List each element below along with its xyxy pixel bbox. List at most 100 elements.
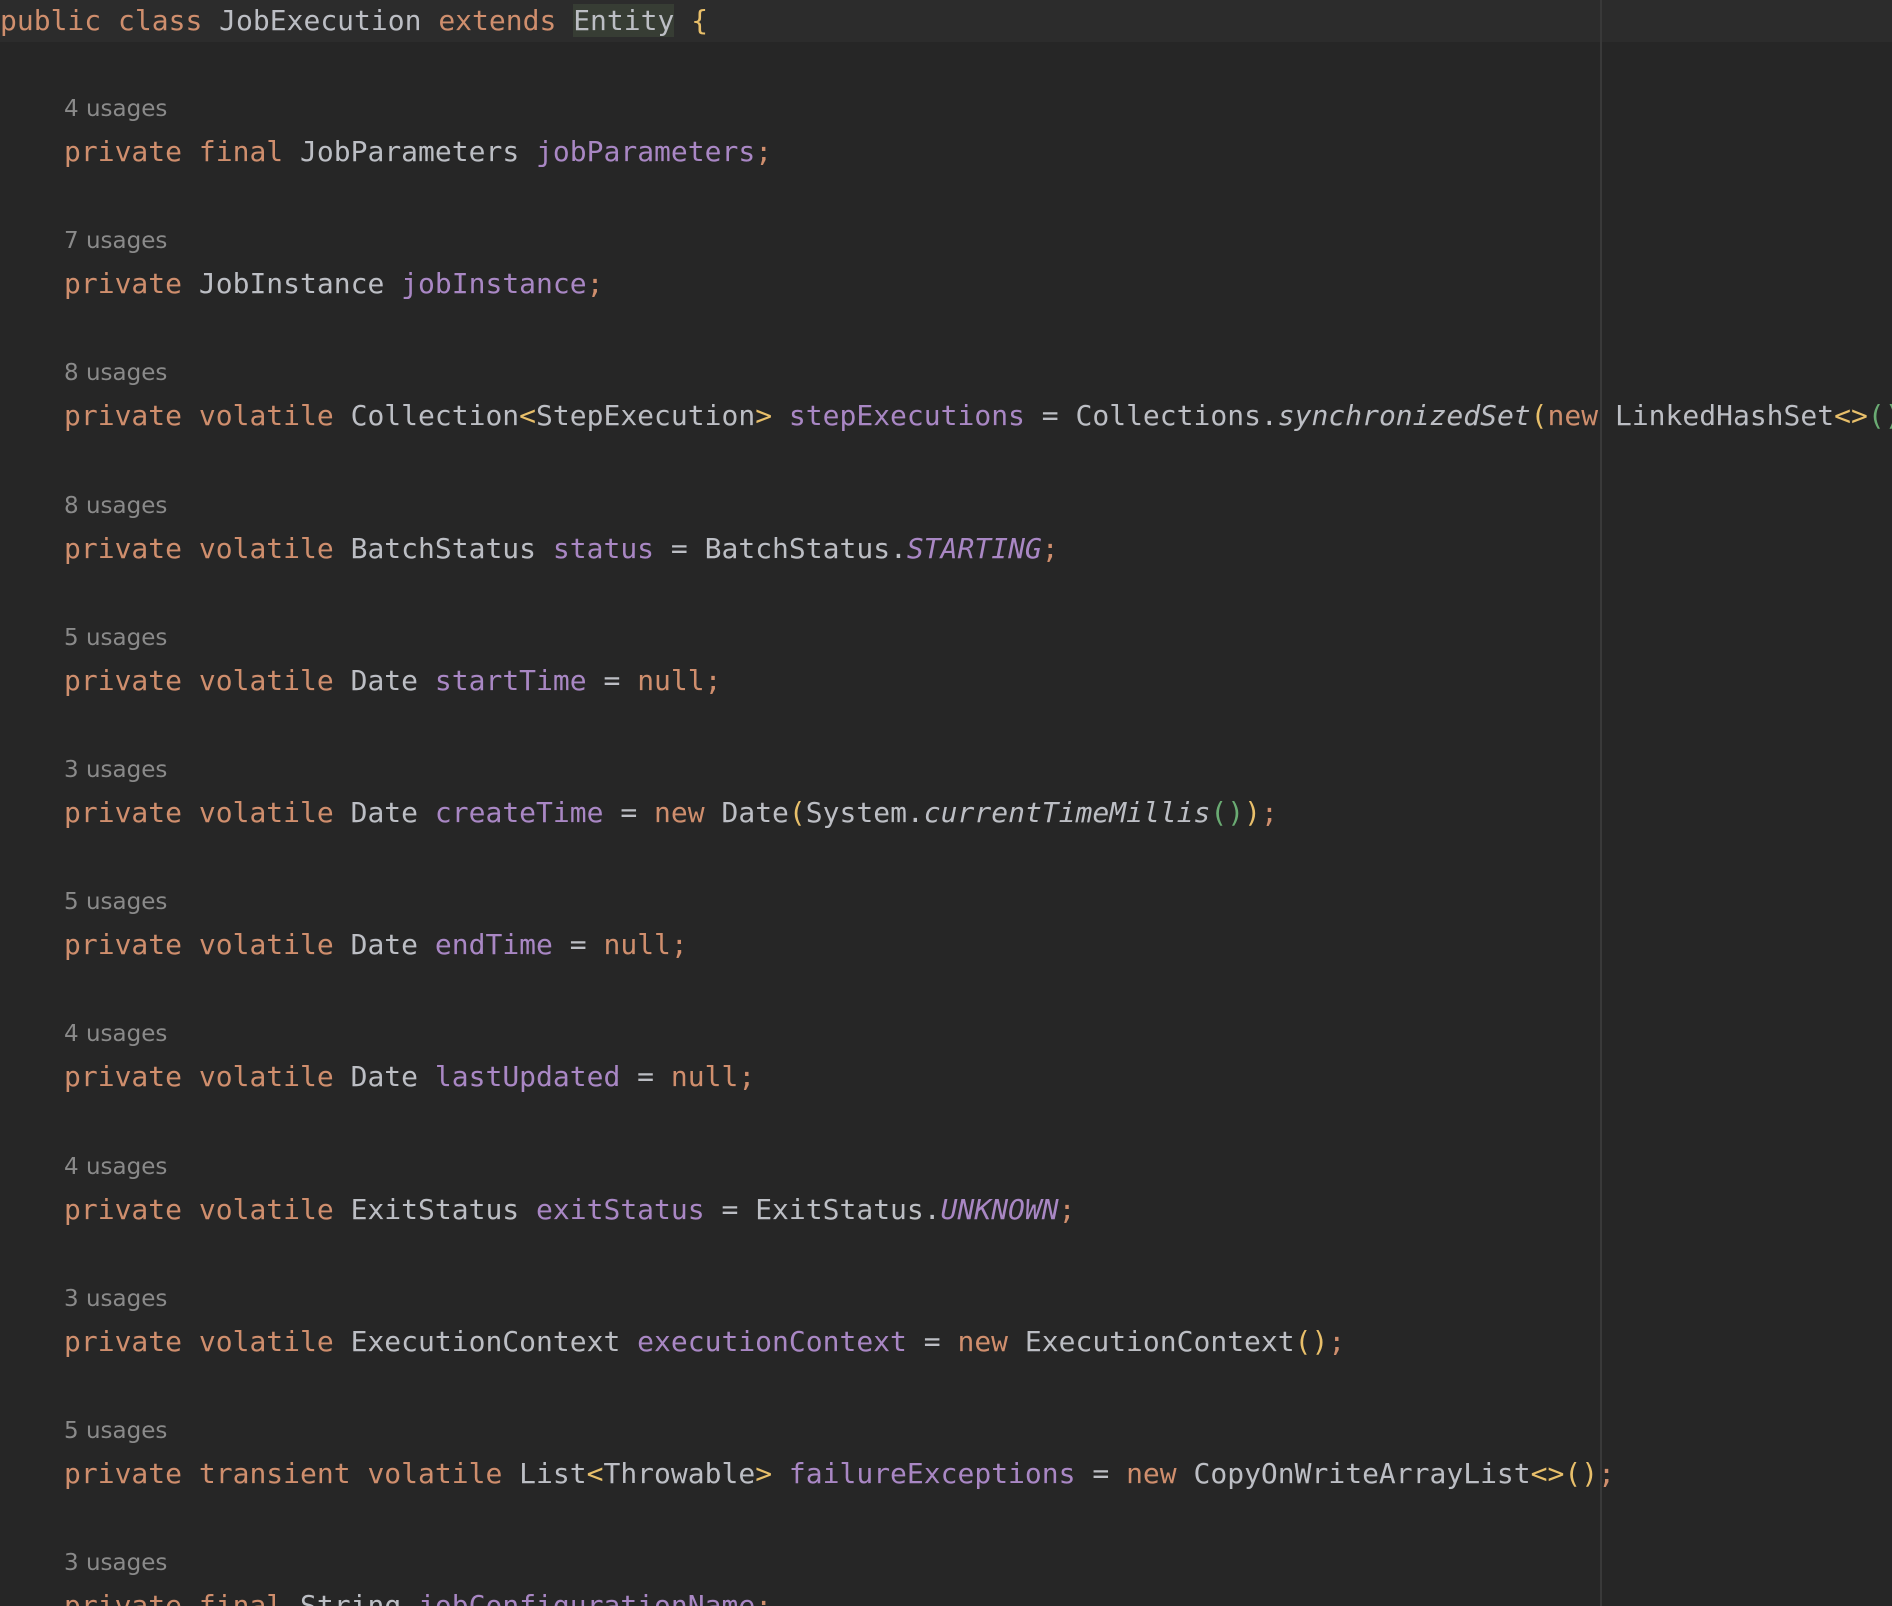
code-token: =: [620, 1060, 671, 1093]
code-token: <>: [1834, 399, 1868, 432]
code-token: startTime: [434, 664, 587, 697]
code-token: final: [198, 135, 284, 168]
field-declaration-line[interactable]: private volatile Date createTime = new D…: [64, 793, 1278, 833]
code-token: <: [519, 399, 537, 432]
code-token: volatile: [198, 664, 334, 697]
code-token: =: [704, 1193, 756, 1226]
code-token: createTime: [434, 796, 604, 829]
field-declaration-line[interactable]: private volatile Date endTime = null;: [64, 925, 688, 965]
usages-hint[interactable]: 8 usages: [64, 491, 167, 521]
code-token: null: [670, 1060, 739, 1093]
code-token: ;: [1598, 1457, 1615, 1490]
usages-hint[interactable]: 7 usages: [64, 226, 167, 256]
code-token: UNKNOWN: [940, 1193, 1059, 1226]
code-token: private: [64, 1589, 183, 1606]
usages-hint[interactable]: 4 usages: [64, 94, 167, 124]
code-token: private: [64, 399, 183, 432]
class-declaration-line[interactable]: public class JobExecution extends Entity…: [0, 1, 708, 41]
field-declaration-line[interactable]: private volatile BatchStatus status = Ba…: [64, 529, 1059, 569]
code-token: endTime: [434, 928, 553, 961]
code-token: ;: [755, 135, 773, 168]
field-declaration-line[interactable]: private transient volatile List<Throwabl…: [64, 1454, 1615, 1494]
code-token: =: [603, 796, 655, 829]
open-brace: {: [691, 4, 709, 37]
code-token: stepExecutions: [788, 399, 1025, 432]
usages-hint[interactable]: 5 usages: [64, 1416, 167, 1446]
code-token: (): [1210, 796, 1245, 829]
code-token: currentTimeMillis: [923, 796, 1211, 829]
field-declaration-line[interactable]: private volatile Collection<StepExecutio…: [64, 396, 1892, 436]
code-token: private: [64, 664, 183, 697]
code-token: status: [552, 532, 655, 565]
code-token: ExecutionContext: [1024, 1325, 1295, 1358]
usages-hint[interactable]: 3 usages: [64, 755, 167, 785]
code-token: new: [654, 796, 705, 829]
code-token: ;: [586, 267, 604, 300]
code-token: new: [957, 1325, 1009, 1358]
code-token: >: [755, 1457, 773, 1490]
code-token: Date: [350, 928, 419, 961]
code-token: ;: [704, 664, 722, 697]
usages-hint[interactable]: 5 usages: [64, 887, 167, 917]
code-token: ;: [1041, 532, 1059, 565]
parent-class-name[interactable]: Entity: [573, 4, 675, 37]
field-declaration-line[interactable]: private volatile ExitStatus exitStatus =…: [64, 1190, 1076, 1230]
usages-hint[interactable]: 4 usages: [64, 1019, 167, 1049]
code-token: =: [586, 664, 638, 697]
field-declaration-line[interactable]: private volatile Date startTime = null;: [64, 661, 721, 701]
code-editor[interactable]: public class JobExecution extends Entity…: [0, 0, 1892, 1606]
code-token: <>: [1530, 1457, 1565, 1490]
code-token: failureExceptions: [788, 1457, 1076, 1490]
code-token: JobInstance: [198, 267, 385, 300]
keyword-class: class: [118, 4, 203, 37]
code-token: CopyOnWriteArrayList: [1193, 1457, 1531, 1490]
code-token: ;: [1058, 1193, 1076, 1226]
class-name[interactable]: JobExecution: [219, 4, 421, 37]
usages-hint[interactable]: 4 usages: [64, 1152, 167, 1182]
code-token: private: [64, 1325, 183, 1358]
code-token: volatile: [198, 532, 334, 565]
code-token: StepExecution: [536, 399, 756, 432]
code-token: Date: [350, 664, 419, 697]
field-declaration-line[interactable]: private JobInstance jobInstance;: [64, 264, 603, 304]
field-declaration-line[interactable]: private final JobParameters jobParameter…: [64, 132, 772, 172]
code-token: null: [637, 664, 705, 697]
code-token: <: [586, 1457, 604, 1490]
field-declaration-line[interactable]: private final String jobConfigurationNam…: [64, 1586, 772, 1606]
usages-hint[interactable]: 3 usages: [64, 1548, 167, 1578]
code-token: (): [1867, 399, 1892, 432]
field-declaration-line[interactable]: private volatile Date lastUpdated = null…: [64, 1057, 755, 1097]
usages-hint[interactable]: 5 usages: [64, 623, 167, 653]
code-token: transient: [198, 1457, 351, 1490]
code-token: ExitStatus.: [755, 1193, 941, 1226]
code-token: =: [654, 532, 705, 565]
usages-hint[interactable]: 8 usages: [64, 358, 167, 388]
code-token: private: [64, 135, 183, 168]
code-token: new: [1547, 399, 1599, 432]
usages-hint[interactable]: 3 usages: [64, 1284, 167, 1314]
code-token: jobInstance: [401, 267, 587, 300]
code-token: ExecutionContext: [350, 1325, 621, 1358]
code-token: =: [906, 1325, 958, 1358]
field-declaration-line[interactable]: private volatile ExecutionContext execut…: [64, 1322, 1345, 1362]
code-token: volatile: [198, 1193, 334, 1226]
code-token: ;: [1328, 1325, 1346, 1358]
